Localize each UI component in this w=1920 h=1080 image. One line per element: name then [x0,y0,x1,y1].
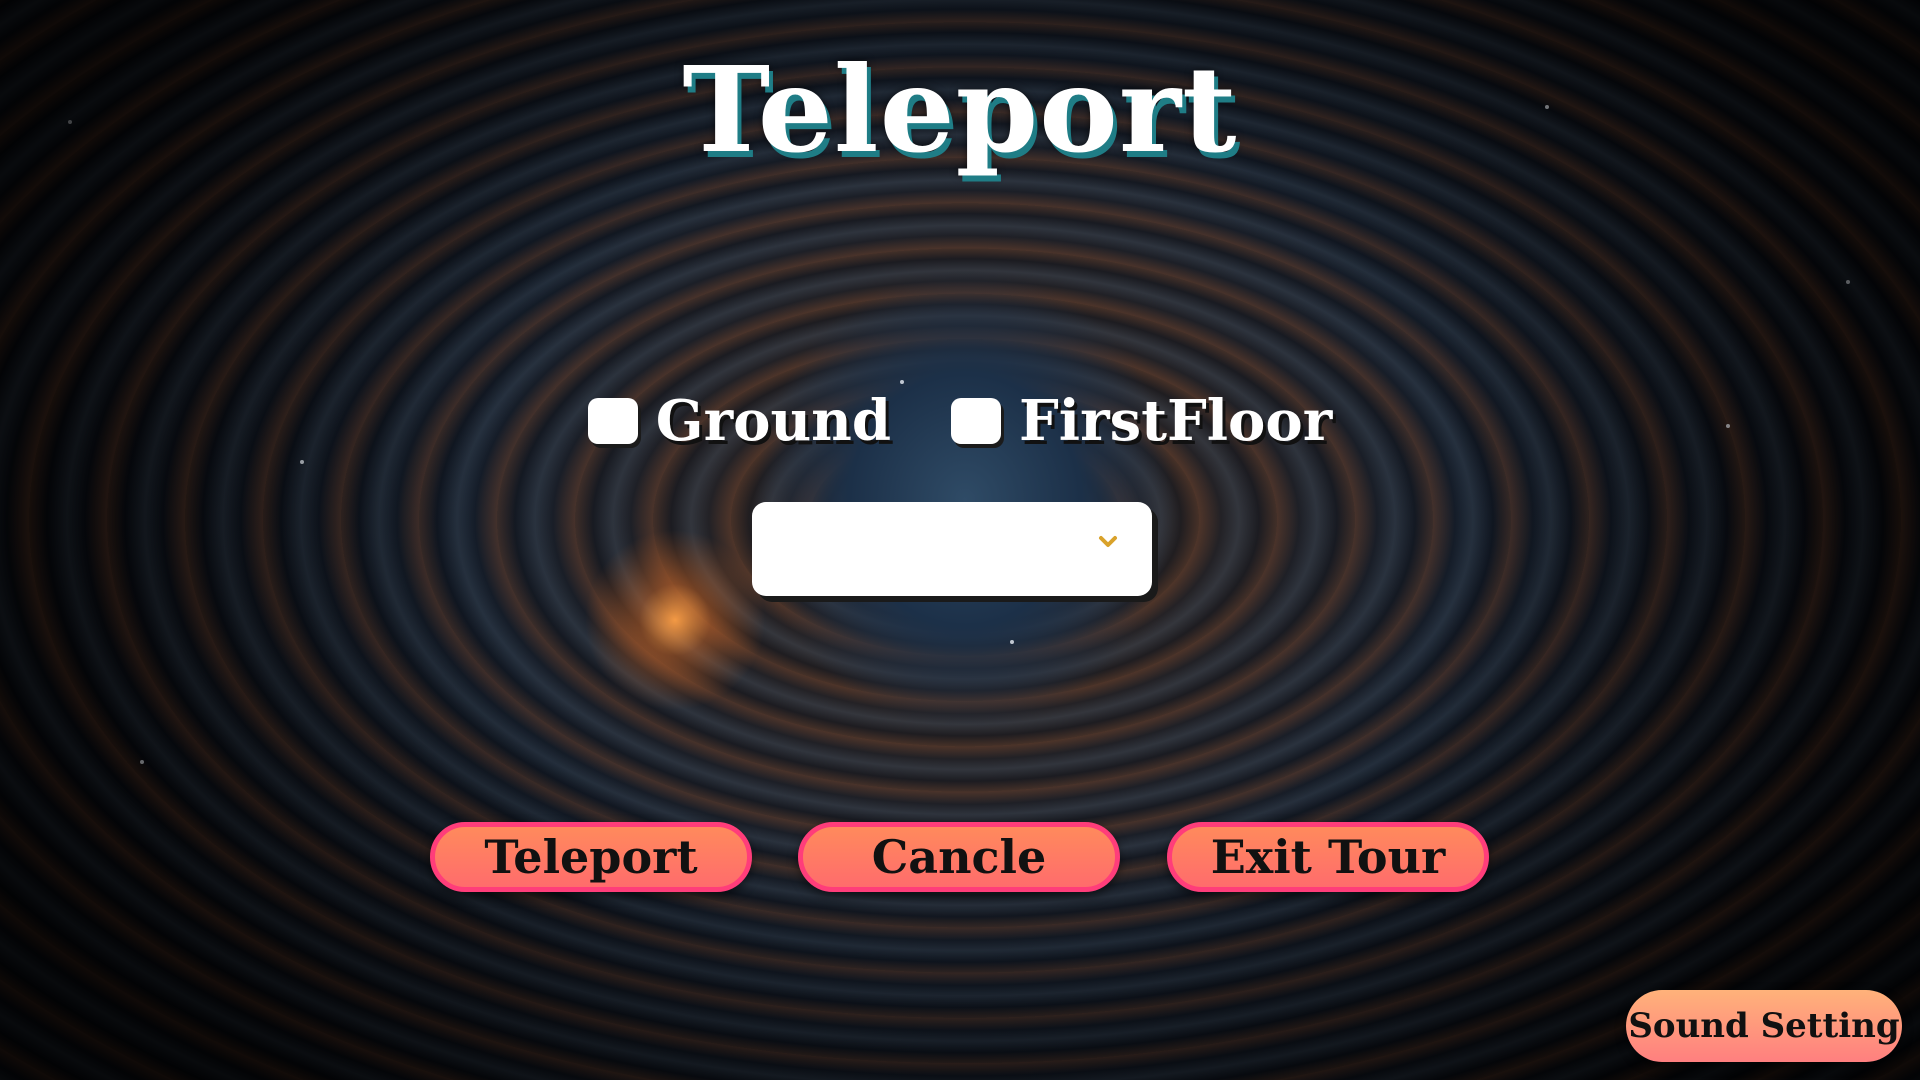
cancel-button[interactable]: Cancle [798,822,1120,892]
star [140,760,144,764]
location-dropdown[interactable] [752,502,1152,596]
chevron-down-icon [1099,536,1117,547]
option-firstfloor[interactable]: FirstFloor [951,388,1332,454]
page-title: Teleport [682,40,1238,179]
option-ground[interactable]: Ground [587,388,892,454]
star [900,380,904,384]
firstfloor-label: FirstFloor [1019,388,1333,454]
teleport-button-label: Teleport [484,830,698,884]
exit-tour-button-label: Exit Tour [1210,830,1446,884]
star [1010,640,1014,644]
teleport-screen: Teleport Ground FirstFloor Teleport Canc… [0,0,1920,1080]
sound-setting-label: Sound Setting [1628,1006,1900,1046]
ground-label: Ground [655,388,892,454]
cancel-button-label: Cancle [871,830,1047,884]
ground-checkbox[interactable] [587,398,638,444]
floor-options: Ground FirstFloor [0,388,1920,454]
teleport-button[interactable]: Teleport [430,822,752,892]
sound-setting-button[interactable]: Sound Setting [1626,990,1902,1062]
exit-tour-button[interactable]: Exit Tour [1167,822,1489,892]
star [300,460,304,464]
firstfloor-checkbox[interactable] [951,398,1002,444]
star [1846,280,1850,284]
